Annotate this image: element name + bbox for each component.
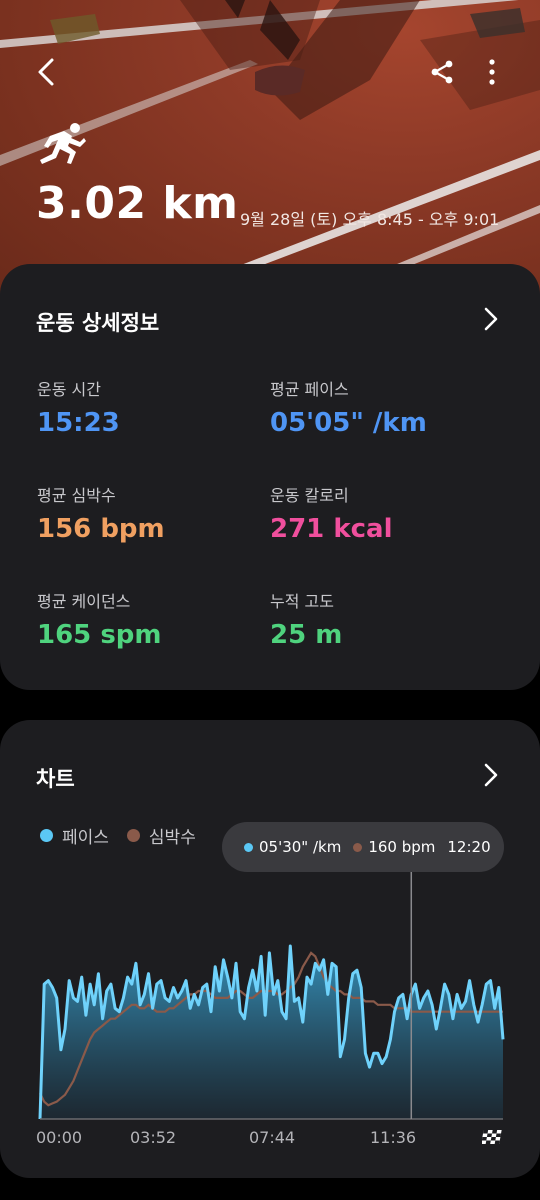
metric-avg-heart-rate: 평균 심박수 156 bpm (37, 482, 165, 544)
legend-dot (126, 829, 140, 842)
chart-tooltip: 05'30" /km 160 bpm 12:20 (222, 822, 504, 872)
legend-item-heart-rate[interactable]: 심박수 (126, 823, 196, 848)
legend-dot (40, 829, 53, 842)
legend-label: 페이스 (62, 828, 109, 848)
more-options-button[interactable] (472, 52, 512, 92)
chart-title: 차트 (36, 767, 75, 791)
metric-value: 05'05" /km (270, 408, 427, 438)
chevron-left-icon (38, 58, 54, 86)
distance-value: 3.02 km (36, 178, 239, 229)
legend-label: 심박수 (148, 828, 196, 848)
metric-value: 25 m (270, 620, 343, 650)
chart-legend: 페이스 심박수 (40, 823, 214, 848)
tooltip-dot (244, 842, 253, 852)
share-icon (431, 60, 453, 84)
x-tick-label: 00:00 (36, 1128, 83, 1147)
metric-label: 운동 시간 (37, 380, 101, 399)
metric-avg-cadence: 평균 케이던스 165 spm (37, 588, 162, 650)
back-button[interactable] (26, 52, 66, 92)
metric-value: 165 spm (37, 620, 162, 650)
metric-label: 평균 심박수 (37, 486, 116, 505)
metric-label: 운동 칼로리 (270, 486, 349, 505)
metric-avg-pace: 평균 페이스 05'05" /km (270, 376, 427, 438)
legend-item-pace[interactable]: 페이스 (40, 823, 109, 848)
metric-value: 15:23 (37, 408, 120, 438)
metric-calories: 운동 칼로리 271 kcal (270, 482, 392, 544)
metric-elevation-gain: 누적 고도 25 m (270, 588, 342, 650)
tooltip-pace-value: 05'30" /km (259, 838, 342, 856)
tooltip-pace: 05'30" /km (244, 838, 341, 856)
metric-label: 평균 페이스 (270, 380, 349, 399)
tooltip-heart-rate: 160 bpm (353, 838, 435, 856)
finish-flag-icon (482, 1130, 502, 1144)
share-button[interactable] (422, 52, 462, 92)
tooltip-hr-value: 160 bpm (368, 838, 436, 856)
metric-value: 156 bpm (37, 514, 165, 544)
workout-details-card: 운동 상세정보 운동 시간 15:23 평균 페이스 05'05" /km 평균… (0, 264, 540, 690)
chevron-right-icon[interactable] (476, 304, 506, 334)
details-title: 운동 상세정보 (36, 311, 160, 335)
pace-heart-rate-chart[interactable] (0, 870, 540, 1126)
x-tick-label: 03:52 (130, 1128, 177, 1147)
workout-datetime: 9월 28일 (토) 오후 8:45 - 오후 9:01 (240, 210, 500, 229)
more-vertical-icon (489, 59, 495, 85)
metric-label: 평균 케이던스 (37, 592, 131, 611)
x-tick-label: 07:44 (249, 1128, 296, 1147)
tooltip-dot (353, 842, 363, 852)
metric-value: 271 kcal (270, 514, 393, 544)
metric-duration: 운동 시간 15:23 (37, 376, 120, 438)
chevron-right-icon[interactable] (476, 760, 506, 790)
metric-label: 누적 고도 (270, 592, 334, 611)
hero-banner: 3.02 km 9월 28일 (토) 오후 8:45 - 오후 9:01 (0, 0, 540, 300)
tooltip-time: 12:20 (447, 838, 491, 856)
x-tick-label: 11:36 (370, 1128, 417, 1147)
running-icon (40, 123, 86, 164)
